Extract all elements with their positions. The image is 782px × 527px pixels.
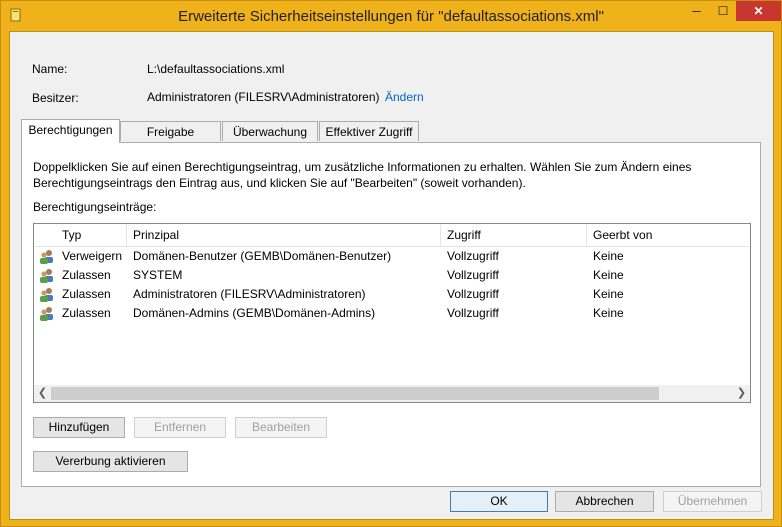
- change-owner-link[interactable]: Ändern: [385, 90, 424, 104]
- table-row[interactable]: Zulassen SYSTEM Vollzugriff Keine: [34, 266, 750, 285]
- list-header: Typ Prinzipal Zugriff Geerbt von: [34, 224, 750, 247]
- entry-principal: Domänen-Admins (GEMB\Domänen-Admins): [133, 306, 376, 320]
- entry-type: Zulassen: [62, 268, 111, 282]
- entry-type: Zulassen: [62, 287, 111, 301]
- close-button[interactable]: ✕: [736, 1, 781, 21]
- users-icon: [40, 250, 53, 264]
- entry-inherited: Keine: [593, 306, 624, 320]
- entry-access: Vollzugriff: [447, 306, 499, 320]
- tab-permissions[interactable]: Berechtigungen: [21, 119, 120, 143]
- add-button[interactable]: Hinzufügen: [33, 417, 125, 438]
- scroll-left-icon[interactable]: ❮: [34, 385, 51, 402]
- horizontal-scrollbar[interactable]: ❮ ❯: [34, 385, 750, 402]
- tab-sharing[interactable]: Freigabe: [120, 121, 221, 141]
- title-bar[interactable]: Erweiterte Sicherheitseinstellungen für …: [1, 1, 781, 31]
- entry-inherited: Keine: [593, 287, 624, 301]
- permissions-panel: Doppelklicken Sie auf einen Berechtigung…: [21, 142, 761, 487]
- permission-entries-list[interactable]: Typ Prinzipal Zugriff Geerbt von Verweig…: [33, 223, 751, 403]
- edit-button[interactable]: Bearbeiten: [235, 417, 327, 438]
- users-icon: [40, 269, 53, 283]
- tab-effective-access[interactable]: Effektiver Zugriff: [319, 121, 419, 141]
- scroll-thumb[interactable]: [51, 387, 659, 400]
- entry-type: Verweigern: [62, 249, 123, 263]
- column-header-principal[interactable]: Prinzipal: [127, 224, 441, 246]
- column-header-inherited[interactable]: Geerbt von: [587, 224, 750, 246]
- entry-inherited: Keine: [593, 249, 624, 263]
- table-row[interactable]: Zulassen Domänen-Admins (GEMB\Domänen-Ad…: [34, 304, 750, 323]
- minimize-button[interactable]: ─: [683, 1, 710, 21]
- maximize-button[interactable]: ☐: [710, 1, 736, 21]
- entry-access: Vollzugriff: [447, 268, 499, 282]
- entry-principal: Administratoren (FILESRV\Administratoren…: [133, 287, 366, 301]
- name-value: L:\defaultassociations.xml: [147, 62, 285, 76]
- remove-button[interactable]: Entfernen: [134, 417, 226, 438]
- entry-principal: Domänen-Benutzer (GEMB\Domänen-Benutzer): [133, 249, 392, 263]
- enable-inheritance-button[interactable]: Vererbung aktivieren: [33, 451, 188, 472]
- ok-button[interactable]: OK: [450, 491, 548, 512]
- column-header-access[interactable]: Zugriff: [441, 224, 587, 246]
- security-settings-window: Erweiterte Sicherheitseinstellungen für …: [0, 0, 782, 527]
- owner-value: Administratoren (FILESRV\Administratoren…: [147, 90, 380, 104]
- scroll-right-icon[interactable]: ❯: [733, 385, 750, 402]
- table-row[interactable]: Verweigern Domänen-Benutzer (GEMB\Domäne…: [34, 247, 750, 266]
- entries-label: Berechtigungseinträge:: [33, 200, 157, 214]
- entry-type: Zulassen: [62, 306, 111, 320]
- apply-button[interactable]: Übernehmen: [663, 491, 762, 512]
- users-icon: [40, 288, 53, 302]
- owner-label: Besitzer:: [32, 91, 79, 105]
- users-icon: [40, 307, 53, 321]
- column-header-type[interactable]: Typ: [56, 224, 127, 246]
- window-title: Erweiterte Sicherheitseinstellungen für …: [178, 8, 604, 25]
- entry-inherited: Keine: [593, 268, 624, 282]
- entry-access: Vollzugriff: [447, 249, 499, 263]
- cancel-button[interactable]: Abbrechen: [555, 491, 654, 512]
- dialog-client-area: Name: L:\defaultassociations.xml Besitze…: [9, 31, 774, 520]
- entry-principal: SYSTEM: [133, 268, 183, 282]
- table-row[interactable]: Zulassen Administratoren (FILESRV\Admini…: [34, 285, 750, 304]
- tab-auditing[interactable]: Überwachung: [222, 121, 318, 141]
- panel-description: Doppelklicken Sie auf einen Berechtigung…: [33, 160, 692, 190]
- entry-access: Vollzugriff: [447, 287, 499, 301]
- name-label: Name:: [32, 62, 68, 76]
